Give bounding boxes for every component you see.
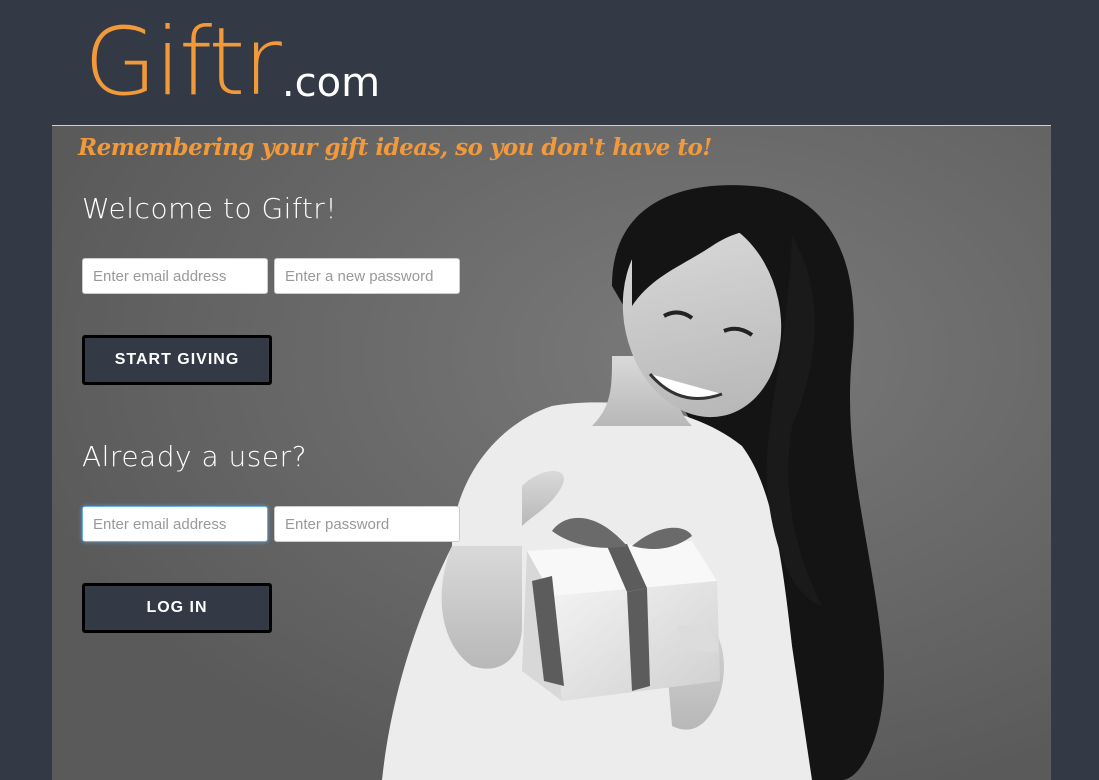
login-email-input[interactable] — [82, 506, 268, 542]
logo-domain-suffix: .com — [281, 60, 381, 106]
signup-email-input[interactable] — [82, 258, 268, 294]
login-password-input[interactable] — [274, 506, 460, 542]
site-logo[interactable]: Giftr .com — [84, 10, 380, 110]
start-giving-button[interactable]: START GIVING — [82, 335, 272, 385]
signup-heading: Welcome to Giftr! — [82, 192, 338, 225]
tagline: Remembering your gift ideas, so you don'… — [78, 134, 712, 161]
login-heading: Already a user? — [82, 440, 307, 473]
signup-password-input[interactable] — [274, 258, 460, 294]
hero-panel: Remembering your gift ideas, so you don'… — [52, 125, 1051, 780]
log-in-button[interactable]: LOG IN — [82, 583, 272, 633]
logo-wordmark: Giftr — [84, 8, 282, 117]
